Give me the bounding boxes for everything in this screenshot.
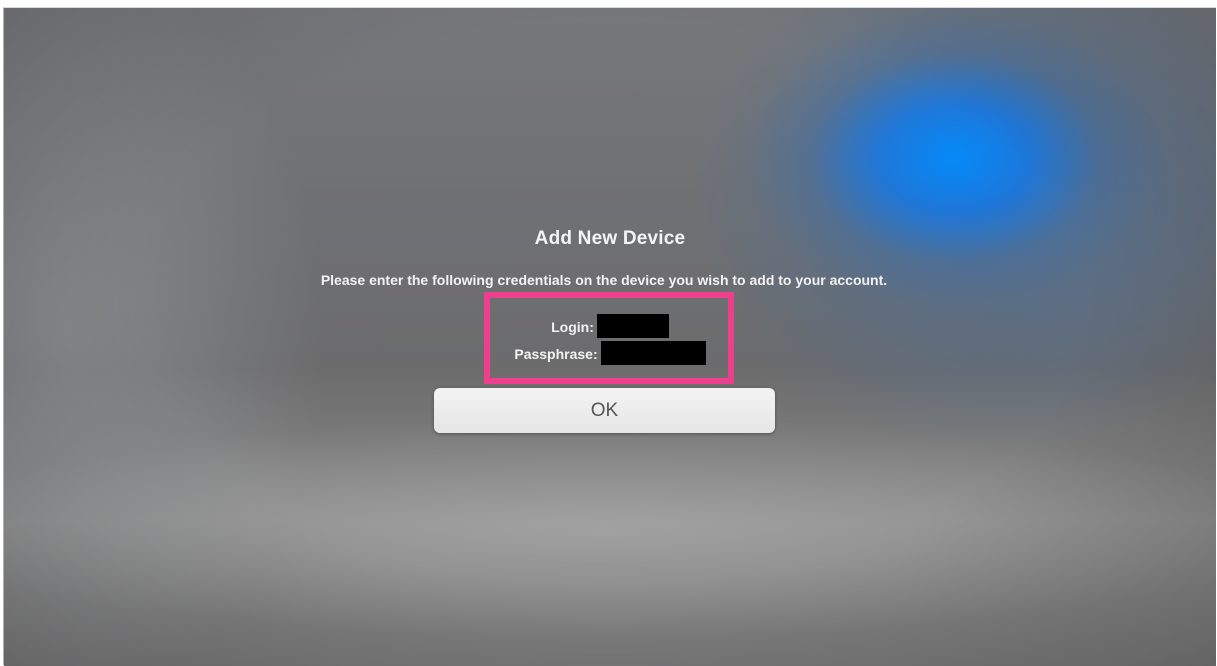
tv-screen-photo: Add New Device Please enter the followin… <box>4 8 1216 666</box>
credentials-highlight-box <box>484 292 734 384</box>
dialog-title: Add New Device <box>534 228 686 249</box>
add-device-dialog: Add New Device Please enter the followin… <box>4 8 1216 666</box>
dialog-message: Please enter the following credentials o… <box>320 272 888 288</box>
ok-button[interactable]: OK <box>434 388 775 433</box>
